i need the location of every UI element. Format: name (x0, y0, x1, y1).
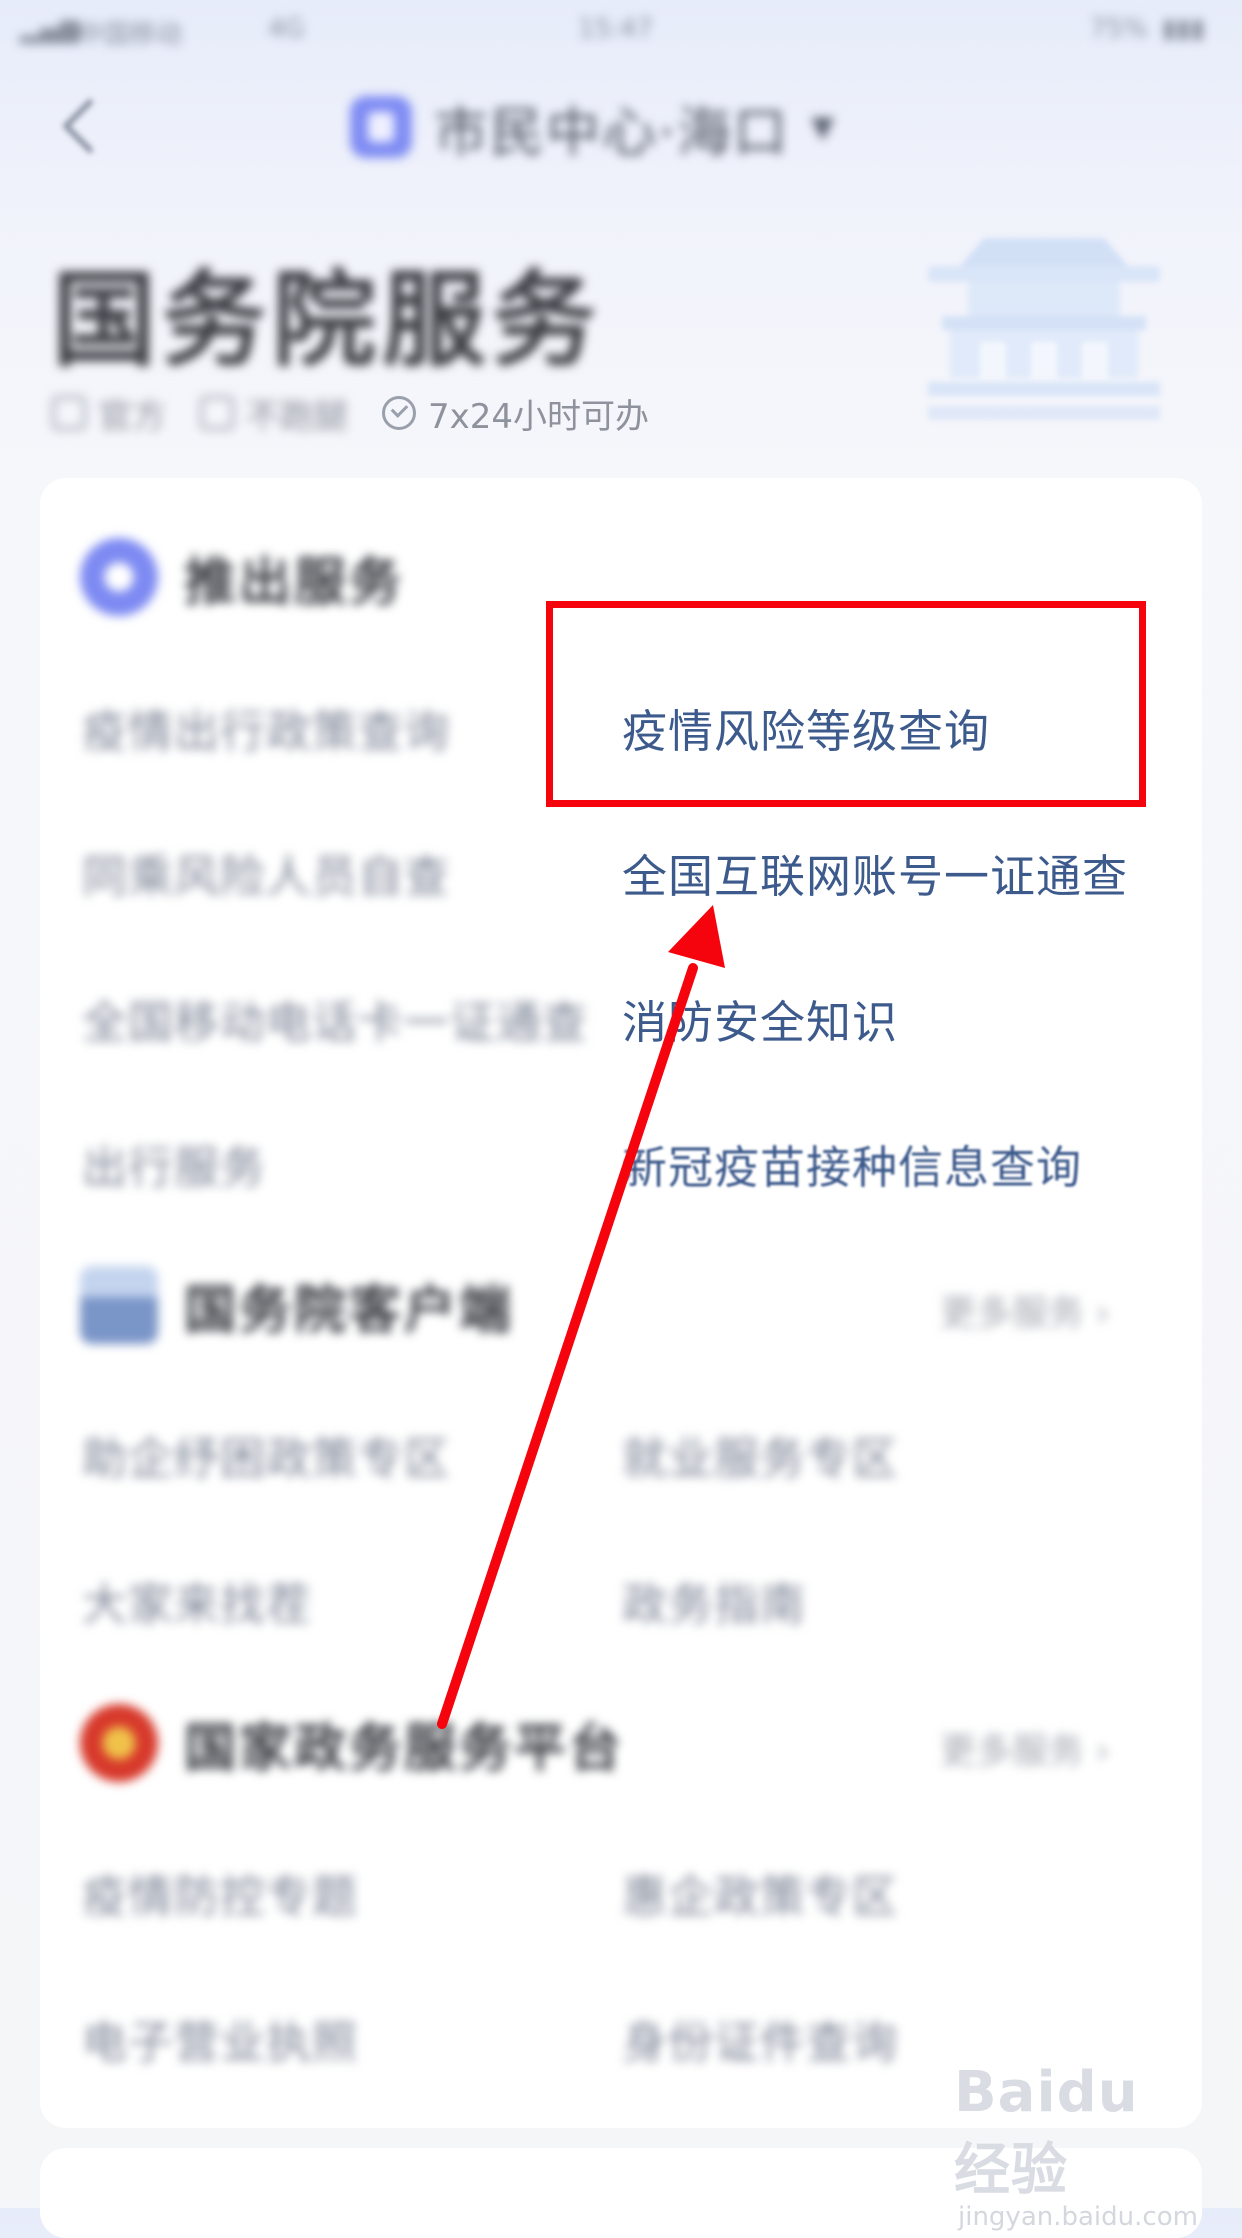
chevron-right-icon: › (1095, 1293, 1110, 1334)
section-title: 国家政务服务平台 (184, 1718, 625, 1779)
no-errand-icon (200, 396, 234, 430)
tag-label: 官方 (98, 396, 166, 437)
service-link[interactable]: 疫情防控专题 (82, 1860, 358, 1925)
hero-tags: 官方 不跑腿 7x24小时可办 (52, 388, 683, 438)
more-services-link[interactable]: 更多服务 › (940, 1284, 1110, 1336)
featured-services-icon (80, 538, 158, 616)
service-link[interactable]: 大家来找茬 (82, 1568, 312, 1633)
service-link[interactable]: 电子营业执照 (82, 2006, 358, 2071)
service-link[interactable]: 出行服务 (82, 1131, 266, 1196)
service-link[interactable]: 同乘风险人员自查 (82, 840, 450, 905)
section-title: 推出服务 (184, 552, 405, 613)
page-title: 国务院服务 (52, 259, 603, 381)
service-link[interactable]: 身份证件查询 (622, 2006, 898, 2071)
service-link-vaccine[interactable]: 新冠疫苗接种信息查询 (622, 1131, 1082, 1196)
status-bar: ▂▄▆ 中国移动 4G 15:47 75% ▮▮▮ (0, 0, 1242, 64)
building-icon (928, 238, 1160, 420)
check-circle-icon (382, 396, 416, 430)
national-emblem-icon (80, 1704, 158, 1782)
tag-official: 官方 (52, 389, 166, 438)
more-label: 更多服务 (940, 1293, 1085, 1334)
battery-icon: ▮▮▮ (1162, 14, 1205, 44)
section-header-featured: 推出服务 (80, 534, 404, 620)
state-council-app-icon (80, 1266, 158, 1344)
clock: 15:47 (578, 14, 653, 44)
chevron-left-icon (63, 99, 93, 153)
service-link[interactable]: 政务指南 (622, 1568, 806, 1633)
tag-label: 不跑腿 (246, 396, 348, 437)
dropdown-caret-icon: ▼ (811, 109, 835, 145)
tag-label: 7x24小时可办 (428, 396, 650, 437)
more-label: 更多服务 (940, 1731, 1085, 1772)
watermark-url: jingyan.baidu.com (958, 2202, 1198, 2232)
official-icon (52, 396, 86, 430)
back-button[interactable] (58, 96, 98, 156)
section-header-state-council-app: 国务院客户端 (80, 1262, 514, 1348)
watermark: Baidu经验 jingyan.baidu.com (954, 2060, 1198, 2232)
section-header-national-platform: 国家政务服务平台 (80, 1700, 624, 1786)
nav-title-text: 市民中心·海口 (434, 100, 790, 164)
highlight-box (546, 601, 1146, 807)
service-link[interactable]: 疫情出行政策查询 (82, 695, 450, 760)
service-link-internet-account[interactable]: 全国互联网账号一证通查 (622, 840, 1128, 905)
carrier-label: 中国移动 (78, 20, 183, 50)
service-link[interactable]: 全国移动电话卡一证通查 (82, 986, 588, 1051)
network-label: 4G (268, 14, 305, 44)
service-link[interactable]: 惠企政策专区 (622, 1860, 898, 1925)
chevron-right-icon: › (1095, 1731, 1110, 1772)
service-link[interactable]: 助企纾困政策专区 (82, 1422, 450, 1487)
tag-24h: 7x24小时可办 (382, 389, 649, 438)
battery-percent: 75% (1090, 14, 1148, 44)
section-title: 国务院客户端 (184, 1280, 515, 1341)
service-link-fire-safety[interactable]: 消防安全知识 (622, 986, 898, 1051)
app-logo-icon (350, 96, 412, 158)
tag-no-errand: 不跑腿 (200, 389, 348, 438)
more-services-link[interactable]: 更多服务 › (940, 1722, 1110, 1774)
nav-title[interactable]: 市民中心·海口 ▼ (350, 92, 835, 164)
signal-icon: ▂▄▆ (20, 14, 80, 44)
service-link[interactable]: 就业服务专区 (622, 1422, 898, 1487)
baidu-logo: Baidu经验 (954, 2060, 1139, 2203)
